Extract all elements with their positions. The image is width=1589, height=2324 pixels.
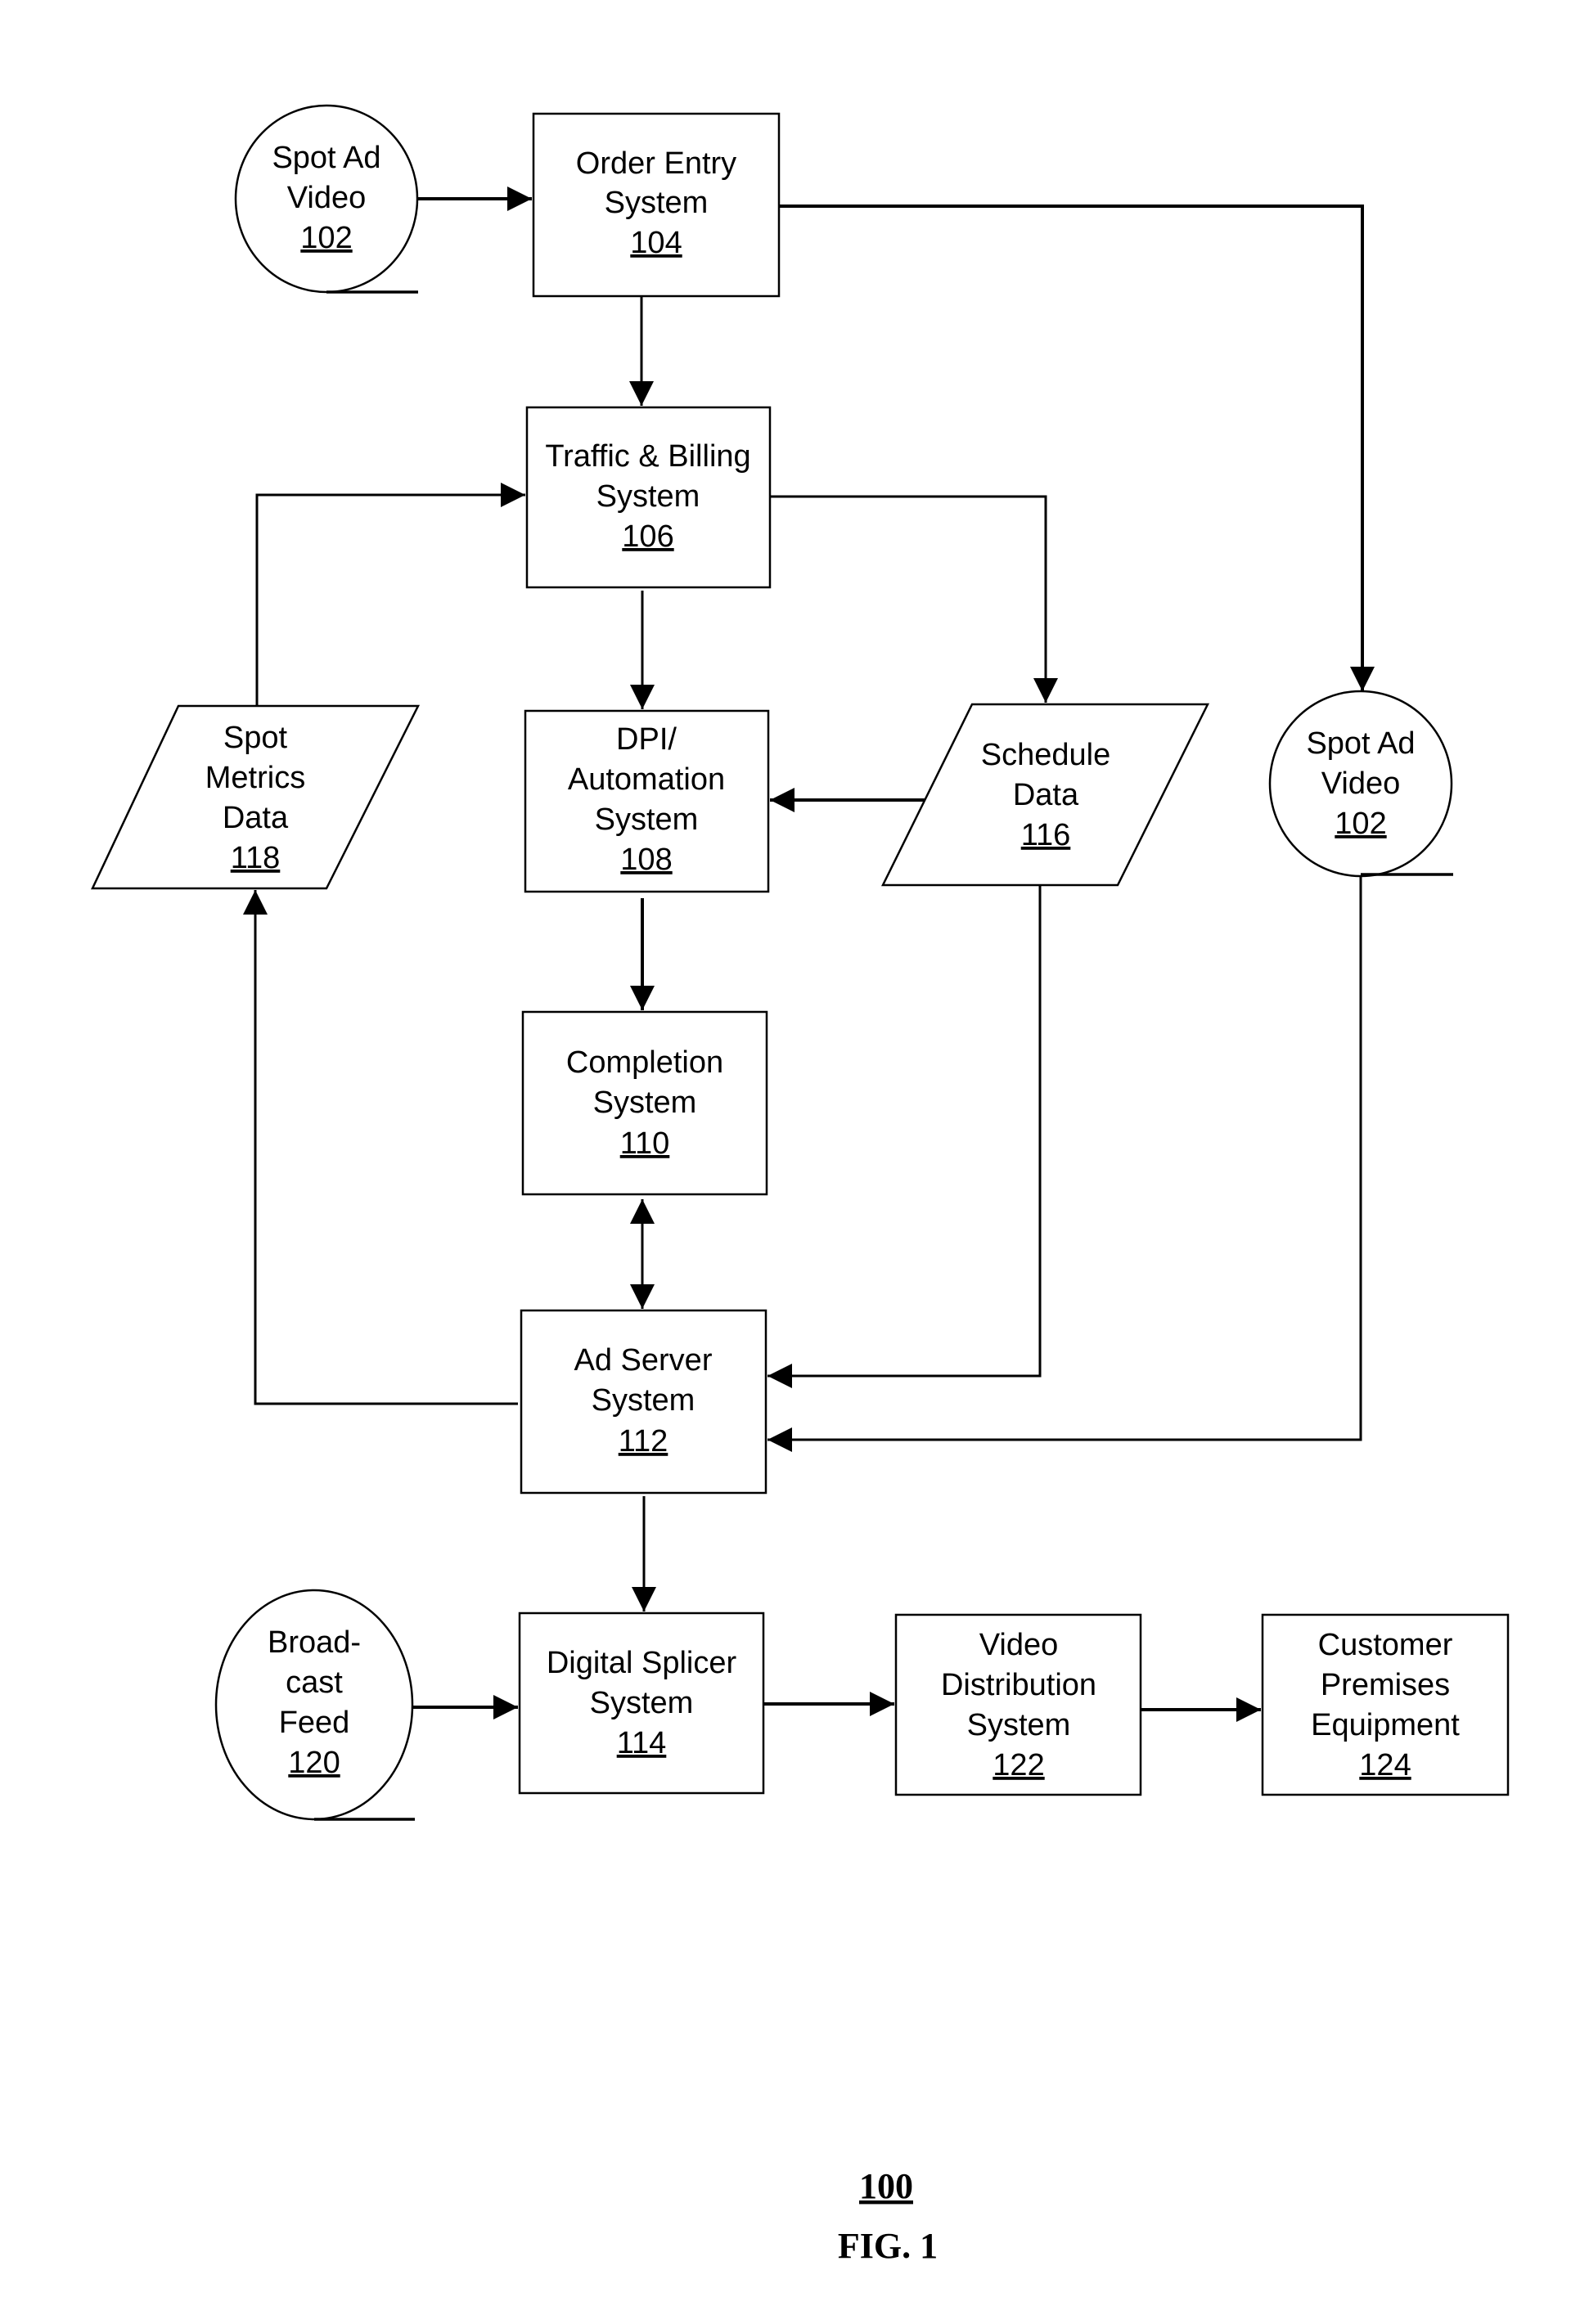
node-label-line: Video <box>1321 766 1401 801</box>
node-broadcast-feed: Broad- cast Feed 120 <box>214 1589 415 1821</box>
node-label-line: System <box>593 1086 697 1120</box>
node-ref-number: 112 <box>619 1424 668 1459</box>
node-customer-premises: Customer Premises Equipment 124 <box>1261 1613 1510 1796</box>
node-ref-number: 116 <box>1021 818 1071 852</box>
node-label-line: System <box>595 802 699 837</box>
node-label-line: Digital Splicer <box>547 1646 737 1680</box>
node-ref-number: 104 <box>630 226 682 260</box>
node-ref-number: 106 <box>622 519 673 554</box>
node-order-entry: Order Entry System 104 <box>532 112 781 298</box>
node-label-line: Broad- <box>268 1625 361 1660</box>
edge-spot-ad-video-right-to-ad-server <box>767 877 1362 1452</box>
edge-schedule-data-to-ad-server <box>767 885 1042 1388</box>
node-label-line: Customer <box>1318 1628 1453 1662</box>
figure-label: FIG. 1 <box>838 2226 938 2266</box>
node-schedule-data: Schedule Data 116 <box>880 703 1210 887</box>
node-label-line: Traffic & Billing <box>545 439 750 474</box>
node-ref-number: 110 <box>620 1126 670 1161</box>
edge-ad-server-to-spot-metrics <box>243 890 518 1405</box>
node-digital-splicer: Digital Splicer System 114 <box>518 1612 765 1795</box>
edge-traffic-billing-to-schedule-data <box>770 495 1058 703</box>
node-label-line: Video <box>979 1628 1059 1662</box>
node-label-line: Equipment <box>1311 1708 1460 1742</box>
figure-reference-number: 100 <box>859 2166 913 2206</box>
node-ref-number: 102 <box>1335 807 1386 841</box>
node-ref-number: 118 <box>231 841 281 875</box>
node-label-line: Metrics <box>205 761 305 795</box>
edge-order-entry-to-spot-ad-video-right <box>779 205 1375 691</box>
node-label-line: Feed <box>279 1706 350 1740</box>
node-completion: Completion System 110 <box>521 1010 768 1196</box>
node-label-line: System <box>605 186 709 220</box>
node-label-line: Data <box>1013 778 1079 812</box>
ellipse-shape <box>214 1589 414 1821</box>
node-label-line: Ad Server <box>574 1343 713 1378</box>
node-label-line: Schedule <box>981 738 1110 772</box>
node-label-line: Distribution <box>941 1668 1096 1702</box>
node-label-line: System <box>590 1686 694 1720</box>
node-spot-ad-video-left: Spot Ad Video 102 <box>234 104 419 294</box>
node-label-line: Spot Ad <box>272 141 380 175</box>
node-label-line: System <box>967 1708 1071 1742</box>
node-ref-number: 102 <box>300 221 352 255</box>
node-label-line: Video <box>287 181 367 215</box>
node-ref-number: 108 <box>620 843 672 877</box>
node-label-line: Completion <box>566 1045 723 1080</box>
node-ref-number: 122 <box>993 1748 1044 1782</box>
node-label-line: Spot Ad <box>1306 726 1415 761</box>
node-label-line: System <box>592 1383 695 1418</box>
node-label-line: Automation <box>568 762 725 797</box>
node-label-line: Order Entry <box>576 146 736 181</box>
node-label-line: cast <box>286 1665 343 1700</box>
node-dpi-automation: DPI/ Automation System 108 <box>524 709 770 893</box>
node-spot-ad-video-right: Spot Ad Video 102 <box>1268 690 1453 878</box>
node-ad-server: Ad Server System 112 <box>520 1309 767 1495</box>
node-traffic-billing: Traffic & Billing System 106 <box>525 406 772 589</box>
node-ref-number: 124 <box>1359 1748 1411 1782</box>
edges <box>243 187 1375 1722</box>
node-label-line: DPI/ <box>616 722 677 757</box>
node-label-line: System <box>596 479 700 514</box>
node-label-line: Data <box>223 801 289 835</box>
flow-diagram: Spot Ad Video 102 Order Entry System 104… <box>91 104 1510 2266</box>
node-ref-number: 120 <box>288 1746 340 1780</box>
node-label-line: Spot <box>223 721 288 755</box>
node-ref-number: 114 <box>617 1726 667 1760</box>
node-video-distribution: Video Distribution System 122 <box>894 1613 1142 1796</box>
node-spot-metrics-data: Spot Metrics Data 118 <box>91 704 421 890</box>
edge-spot-metrics-to-traffic-billing <box>255 483 525 706</box>
node-label-line: Premises <box>1321 1668 1450 1702</box>
